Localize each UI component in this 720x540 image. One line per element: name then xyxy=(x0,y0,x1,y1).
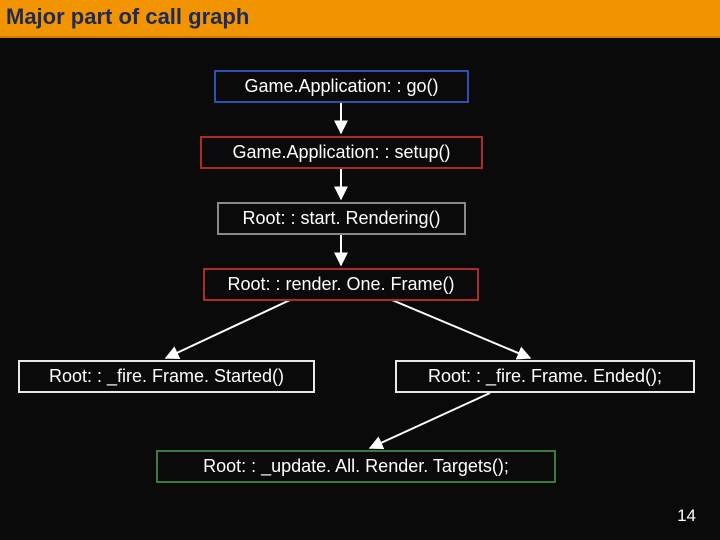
node-setup: Game.Application: : setup() xyxy=(200,136,483,169)
diagram-canvas: Game.Application: : go() Game.Applicatio… xyxy=(0,40,720,540)
title-bar: Major part of call graph xyxy=(0,0,720,38)
node-fire-ended: Root: : _fire. Frame. Ended(); xyxy=(395,360,695,393)
slide-title: Major part of call graph xyxy=(6,4,712,30)
node-fire-started: Root: : _fire. Frame. Started() xyxy=(18,360,315,393)
node-render-one: Root: : render. One. Frame() xyxy=(203,268,479,301)
node-update-targets: Root: : _update. All. Render. Targets(); xyxy=(156,450,556,483)
page-number: 14 xyxy=(677,506,696,526)
node-go: Game.Application: : go() xyxy=(214,70,469,103)
node-start-render: Root: : start. Rendering() xyxy=(217,202,466,235)
